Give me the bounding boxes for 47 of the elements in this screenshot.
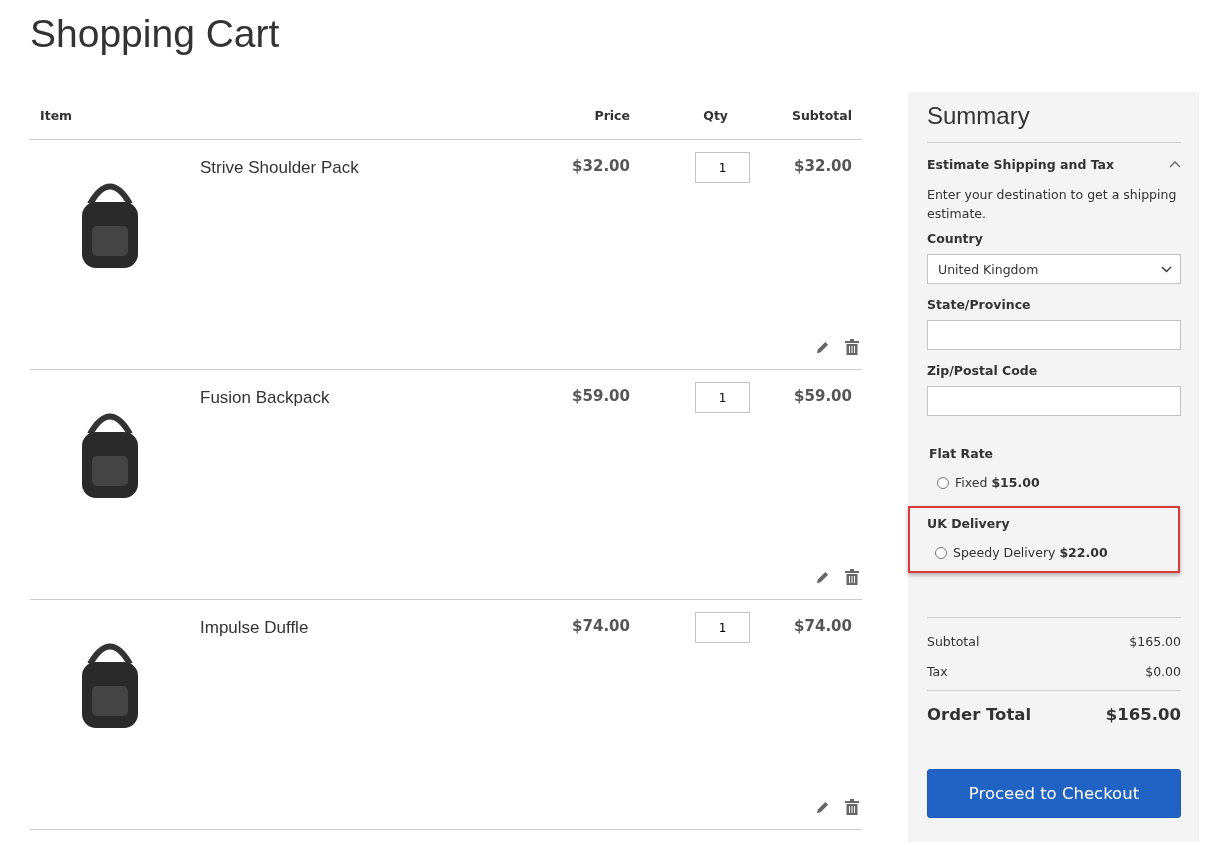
field-label: State/Province — [927, 297, 1032, 312]
trash-icon[interactable] — [844, 569, 860, 585]
collapsible-header[interactable]: Estimate Shipping and Tax — [927, 153, 1181, 175]
subtotal: $32.00 — [793, 156, 853, 175]
column-header: Subtotal — [790, 108, 853, 123]
order-total-label: Order Total — [927, 705, 1032, 726]
text-field[interactable] — [927, 386, 1181, 416]
quantity-field[interactable]: 1 — [695, 612, 750, 643]
product-name-link[interactable]: Strive Shoulder Pack — [200, 158, 359, 177]
text-field[interactable] — [927, 320, 1181, 350]
edit-icon[interactable] — [814, 799, 830, 815]
trash-icon[interactable] — [844, 799, 860, 815]
product-name-link[interactable]: Impulse Duffle — [200, 618, 309, 637]
total-label: Tax — [927, 663, 948, 679]
country-dropdown[interactable]: United Kingdom — [927, 254, 1181, 284]
radio-button[interactable] — [935, 546, 947, 559]
shipping-method-title: UK Delivery — [927, 516, 1011, 531]
trash-icon[interactable] — [844, 339, 860, 355]
instruction-text: Enter your destination to get a shipping estimate. — [927, 186, 1178, 223]
edit-icon[interactable] — [814, 339, 830, 355]
option-label: Speedy Delivery $22.00 — [953, 545, 1108, 560]
summary-title: Summary — [927, 102, 1181, 143]
option-label: Fixed $15.00 — [955, 475, 1040, 490]
field-label: Zip/Postal Code — [927, 363, 1039, 378]
section-title: Estimate Shipping and Tax — [927, 156, 1115, 172]
edit-icon[interactable] — [814, 569, 830, 585]
total-label: Subtotal — [927, 633, 980, 649]
column-header: Item — [39, 108, 74, 123]
shipping-method-title: Flat Rate — [929, 446, 995, 461]
quantity-field[interactable]: 1 — [695, 382, 750, 413]
price: $74.00 — [571, 616, 631, 635]
subtotal: $74.00 — [793, 616, 853, 635]
order-total-value: $165.00 — [1105, 705, 1181, 726]
quantity-field[interactable]: 1 — [695, 152, 750, 183]
price: $32.00 — [571, 156, 631, 175]
subtotal: $59.00 — [793, 386, 853, 405]
page-title: Shopping Cart — [30, 12, 281, 57]
total-value: $0.00 — [1145, 663, 1181, 679]
field-label: Country — [927, 231, 984, 246]
column-header: Qty — [702, 108, 729, 123]
total-value: $165.00 — [1129, 633, 1181, 649]
checkout-button[interactable]: Proceed to Checkout — [927, 769, 1181, 818]
radio-button[interactable] — [937, 476, 949, 489]
product-name-link[interactable]: Fusion Backpack — [200, 388, 330, 407]
price: $59.00 — [571, 386, 631, 405]
chevron-icon — [1161, 265, 1172, 273]
column-header: Price — [593, 108, 631, 123]
